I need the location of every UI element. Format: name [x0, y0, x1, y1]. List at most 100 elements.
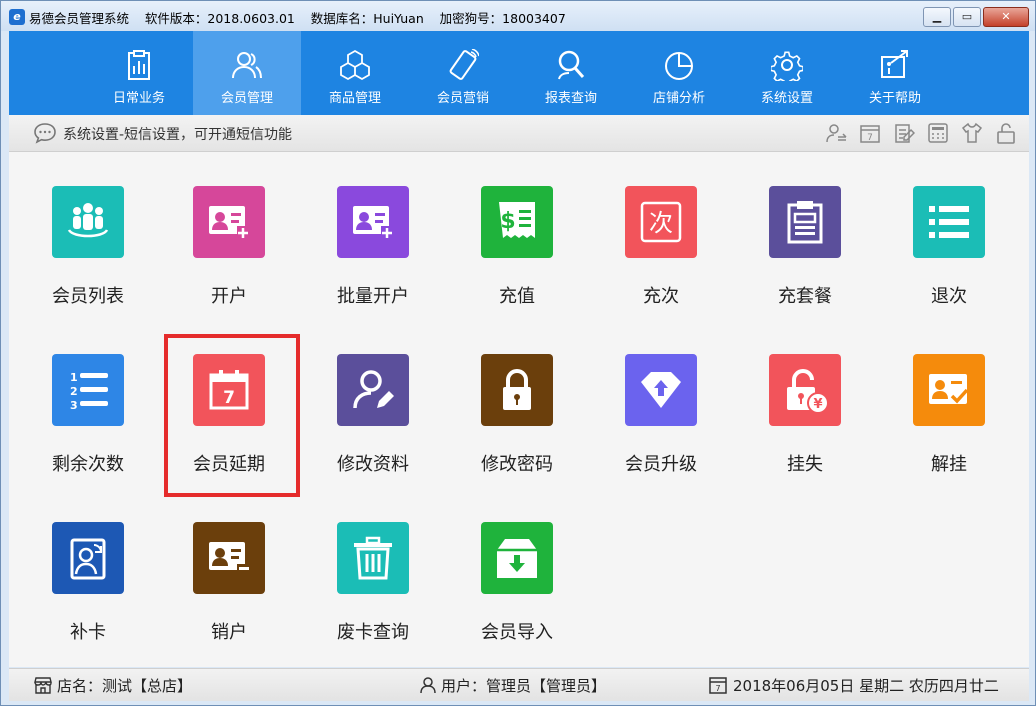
- nav-member-marketing[interactable]: 会员营销: [409, 31, 517, 115]
- nav-store-analysis[interactable]: 店铺分析: [625, 31, 733, 115]
- tile-member-list[interactable]: 会员列表: [33, 186, 143, 336]
- tile-member-upgrade[interactable]: 会员升级: [606, 354, 716, 504]
- tile-member-import[interactable]: 会员导入: [462, 522, 572, 672]
- diamond-up-icon: [641, 372, 681, 408]
- card-refresh-icon: [70, 538, 106, 580]
- tile-label: 修改资料: [337, 454, 409, 475]
- tile-label: 批量开户: [337, 286, 409, 307]
- card-add-icon: [209, 206, 249, 238]
- nav-member-management[interactable]: 会员管理: [193, 31, 301, 115]
- nav-about-help[interactable]: 关于帮助: [841, 31, 949, 115]
- svg-text:7: 7: [715, 684, 720, 693]
- title-bar: e 易德会员管理系统 软件版本：2018.0603.01 数据库名：HuiYua…: [1, 1, 1035, 31]
- app-window: e 易德会员管理系统 软件版本：2018.0603.01 数据库名：HuiYua…: [0, 0, 1036, 706]
- tile-label: 充套餐: [778, 286, 832, 307]
- calculator-icon[interactable]: [927, 122, 949, 144]
- tile-icon-box: [52, 186, 124, 258]
- edit-list-icon[interactable]: [893, 122, 915, 144]
- receipt-dollar-icon: $: [499, 202, 535, 238]
- tile-icon-box: [337, 186, 409, 258]
- list-icon: [929, 206, 969, 238]
- clipboard-doc-icon: [787, 201, 823, 244]
- info-message: 系统设置-短信设置，可开通短信功能: [63, 127, 293, 143]
- tile-cancel-loss[interactable]: 解挂: [894, 354, 1004, 504]
- tile-label: 会员导入: [481, 622, 553, 643]
- main-nav: 日常业务 会员管理 商品管理 会员营销 报表查询 店铺分析 系统设置 关于帮助: [9, 31, 1029, 115]
- tile-label: 解挂: [931, 454, 967, 475]
- window-title: 易德会员管理系统 软件版本：2018.0603.01 数据库名：HuiYuan …: [29, 11, 566, 26]
- tile-icon-box: [913, 186, 985, 258]
- tile-icon-box: $: [481, 186, 553, 258]
- member-group-icon: [67, 203, 109, 238]
- tile-refund-times[interactable]: 退次: [894, 186, 1004, 336]
- current-date: 2018年06月05日 星期二 农历四月廿二: [733, 677, 999, 695]
- nav-label: 店铺分析: [652, 91, 705, 106]
- svg-text:¥: ¥: [813, 397, 822, 412]
- close-button[interactable]: ✕: [983, 7, 1029, 27]
- phone-tag-icon: [449, 49, 479, 80]
- tile-icon-box: 123: [52, 354, 124, 426]
- maximize-button[interactable]: ▭: [953, 7, 981, 27]
- nav-label: 商品管理: [328, 91, 381, 106]
- user-switch-icon[interactable]: [825, 122, 847, 144]
- tile-change-password[interactable]: 修改密码: [462, 354, 572, 504]
- trash-icon: [354, 536, 392, 580]
- unlock-yen-icon: ¥: [787, 369, 827, 412]
- nav-system-settings[interactable]: 系统设置: [733, 31, 841, 115]
- tile-batch-open-account[interactable]: 批量开户: [318, 186, 428, 336]
- nav-daily-business[interactable]: 日常业务: [85, 31, 193, 115]
- tile-label: 开户: [211, 286, 247, 307]
- clipboard-chart-icon: [128, 50, 150, 80]
- search-person-icon: [558, 50, 585, 80]
- tile-label: 剩余次数: [52, 454, 124, 475]
- tile-label: 销户: [211, 622, 247, 643]
- tile-icon-box: [193, 522, 265, 594]
- calendar-status-icon: 7: [709, 677, 727, 694]
- shirt-icon[interactable]: [961, 122, 983, 144]
- function-grid: 会员列表 开户 批量开户 $ 充值 次 充次 充套餐 退次 1 2 3 剩余次数…: [9, 152, 1029, 667]
- tile-icon-box: [769, 186, 841, 258]
- tile-label: 退次: [931, 286, 967, 307]
- card-add-icon: [353, 206, 393, 238]
- nav-report-query[interactable]: 报表查询: [517, 31, 625, 115]
- tile-edit-profile[interactable]: 修改资料: [318, 354, 428, 504]
- tile-label: 修改密码: [481, 454, 553, 475]
- count-char-icon: 次: [640, 201, 682, 243]
- card-remove-icon: [209, 542, 251, 572]
- numbered-list-icon: 123: [70, 371, 108, 412]
- user-edit-icon: [353, 370, 394, 409]
- store-name: 店名：测试【总店】: [57, 677, 193, 695]
- tile-label: 充次: [643, 286, 679, 307]
- nav-label: 会员管理: [220, 91, 273, 106]
- tile-open-account[interactable]: 开户: [174, 186, 284, 336]
- users-icon: [232, 52, 262, 79]
- tile-recharge[interactable]: $ 充值: [462, 186, 572, 336]
- unlock-icon[interactable]: [995, 122, 1017, 144]
- minimize-icon: ▁: [932, 10, 942, 23]
- tile-recharge-times[interactable]: 次 充次: [606, 186, 716, 336]
- tile-replace-card[interactable]: 补卡: [33, 522, 143, 672]
- calendar-small-icon[interactable]: 7: [859, 122, 881, 144]
- cubes-icon: [340, 49, 370, 81]
- tile-icon-box: [337, 522, 409, 594]
- tile-close-account[interactable]: 销户: [174, 522, 284, 672]
- minimize-button[interactable]: ▁: [923, 7, 951, 27]
- selection-highlight: [164, 334, 300, 497]
- tile-report-loss[interactable]: ¥ 挂失: [750, 354, 860, 504]
- svg-text:7: 7: [867, 133, 873, 143]
- tile-icon-box: [481, 354, 553, 426]
- tile-icon-box: [337, 354, 409, 426]
- tile-label: 充值: [499, 286, 535, 307]
- tile-label: 补卡: [70, 622, 106, 643]
- card-check-icon: [929, 374, 969, 404]
- tile-remaining-times[interactable]: 123 剩余次数: [33, 354, 143, 504]
- app-logo-icon: e: [9, 9, 25, 25]
- tile-void-card-query[interactable]: 废卡查询: [318, 522, 428, 672]
- tile-icon-box: [625, 354, 697, 426]
- nav-product-management[interactable]: 商品管理: [301, 31, 409, 115]
- tile-recharge-package[interactable]: 充套餐: [750, 186, 860, 336]
- tile-icon-box: [913, 354, 985, 426]
- store-icon: [34, 677, 52, 694]
- tile-label: 会员升级: [625, 454, 697, 475]
- tile-icon-box: 次: [625, 186, 697, 258]
